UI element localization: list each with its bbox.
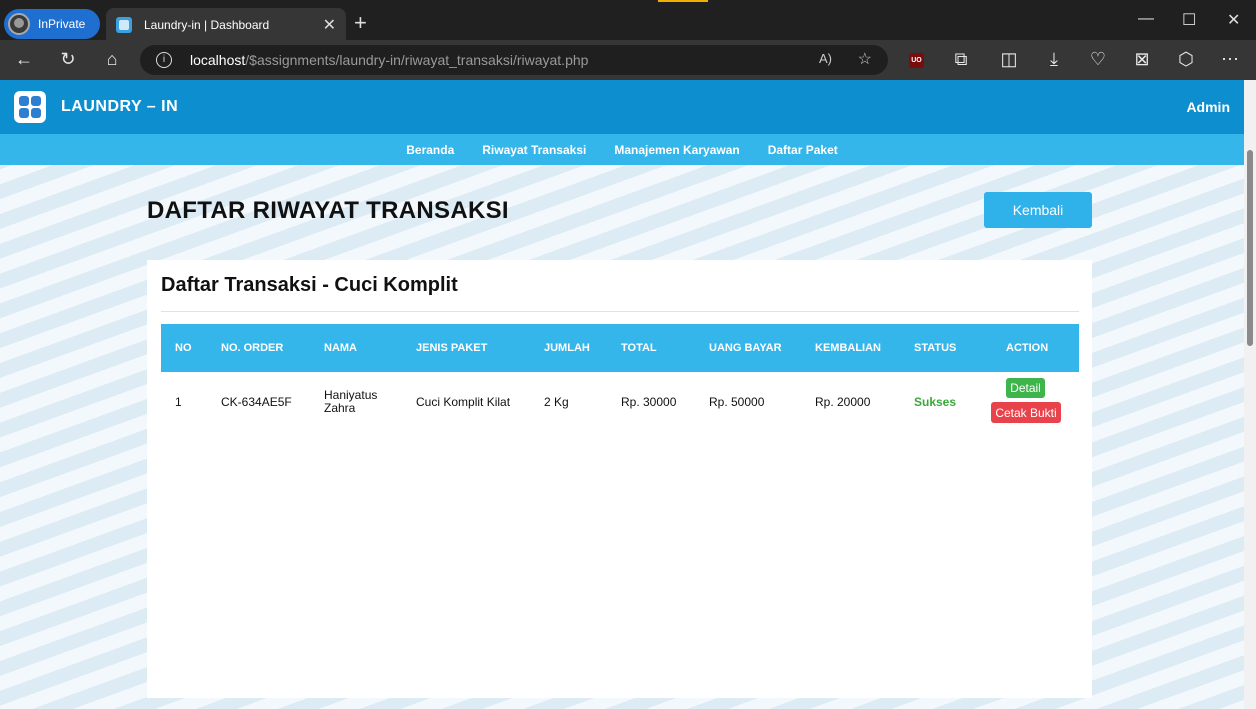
home-icon[interactable]: ⌂ [101,49,123,70]
copilot-icon[interactable]: ⬡ [1175,49,1197,70]
nav-item-manajemen-karyawan[interactable]: Manajemen Karyawan [614,143,739,157]
inprivate-profile-button[interactable]: InPrivate [4,9,100,39]
brand-name: LAUNDRY – IN [61,98,179,115]
column-header-kembalian: KEMBALIAN [815,342,881,354]
downloads-icon[interactable]: ⤓ [1043,49,1065,70]
site-info-icon[interactable]: i [156,52,172,68]
site-favicon-icon [116,16,132,33]
cell-nama-line2: Zahra [324,401,356,415]
page-scrollbar[interactable] [1244,80,1256,709]
minimize-icon[interactable]: — [1138,10,1154,28]
nav-item-riwayat-transaksi[interactable]: Riwayat Transaksi [482,143,586,157]
cell-nama-line1: Haniyatus [324,388,378,402]
math-solver-icon[interactable]: ⊠ [1131,49,1153,70]
cell-bayar: Rp. 50000 [709,395,765,409]
column-header-bayar: UANG BAYAR [709,342,782,354]
admin-user-label[interactable]: Admin [1186,99,1230,115]
settings-more-icon[interactable]: ⋯ [1219,49,1241,70]
app-header: LAUNDRY – IN Admin [0,80,1244,134]
browser-tab-active[interactable]: Laundry-in | Dashboard ✕ [106,8,346,41]
column-header-total: TOTAL [621,342,657,354]
back-button[interactable]: Kembali [984,192,1092,228]
split-screen-icon[interactable]: ◫ [998,49,1020,70]
new-tab-icon[interactable]: + [354,10,367,36]
transactions-card: Daftar Transaksi - Cuci Komplit NO NO. O… [147,260,1092,698]
cell-total: Rp. 30000 [621,395,677,409]
table-header: NO NO. ORDER NAMA JENIS PAKET JUMLAH TOT… [161,324,1079,372]
extensions-puzzle-icon[interactable]: ⧉ [950,49,972,70]
address-bar[interactable]: i localhost/$assignments/laundry-in/riwa… [140,45,888,75]
back-arrow-icon[interactable]: ← [13,49,35,70]
browser-toolbar: ← ↻ ⌂ i localhost/$assignments/laundry-i… [0,40,1256,80]
profile-avatar-icon [8,13,30,35]
column-header-paket: JENIS PAKET [416,342,488,354]
column-header-status: STATUS [914,342,957,354]
refresh-icon[interactable]: ↻ [57,49,79,70]
main-nav: Beranda Riwayat Transaksi Manajemen Kary… [0,134,1244,165]
nav-item-beranda[interactable]: Beranda [406,143,454,157]
card-divider [161,311,1079,312]
column-header-nama: NAMA [324,342,357,354]
cell-no: 1 [175,395,182,409]
favorite-star-icon[interactable]: ☆ [858,49,872,69]
ublock-extension-icon[interactable]: UO [909,53,924,68]
cell-paket: Cuci Komplit Kilat [416,395,511,409]
tab-strip-accent [658,0,708,2]
detail-button[interactable]: Detail [1006,378,1045,398]
read-aloud-icon[interactable]: A) [819,51,832,66]
laundry-logo-icon [14,91,46,123]
url-path: /$assignments/laundry-in/riwayat_transak… [245,52,589,68]
column-header-order: NO. ORDER [221,342,284,354]
column-header-action: ACTION [1006,342,1049,354]
inprivate-label: InPrivate [38,17,86,31]
tab-title: Laundry-in | Dashboard [144,17,270,32]
browser-essentials-icon[interactable]: ♡ [1087,49,1109,70]
url-host: localhost [190,52,246,68]
column-header-jumlah: JUMLAH [544,342,590,354]
page-title: DAFTAR RIWAYAT TRANSAKSI [147,197,509,224]
cell-order: CK-634AE5F [221,395,292,409]
cetak-bukti-button[interactable]: Cetak Bukti [991,402,1061,423]
status-badge: Sukses [914,395,957,409]
cell-jumlah: 2 Kg [544,395,569,409]
cell-kembalian: Rp. 20000 [815,395,871,409]
browser-tab-strip: InPrivate Laundry-in | Dashboard ✕ + — ☐… [0,0,1256,41]
card-title: Daftar Transaksi - Cuci Komplit [161,274,458,296]
nav-item-daftar-paket[interactable]: Daftar Paket [768,143,838,157]
window-close-icon[interactable]: ✕ [1227,10,1240,30]
page-viewport: LAUNDRY – IN Admin Beranda Riwayat Trans… [0,80,1244,709]
tab-close-icon[interactable]: ✕ [323,15,336,35]
maximize-icon[interactable]: ☐ [1182,10,1196,30]
column-header-no: NO [175,342,192,354]
scrollbar-thumb[interactable] [1247,150,1253,346]
